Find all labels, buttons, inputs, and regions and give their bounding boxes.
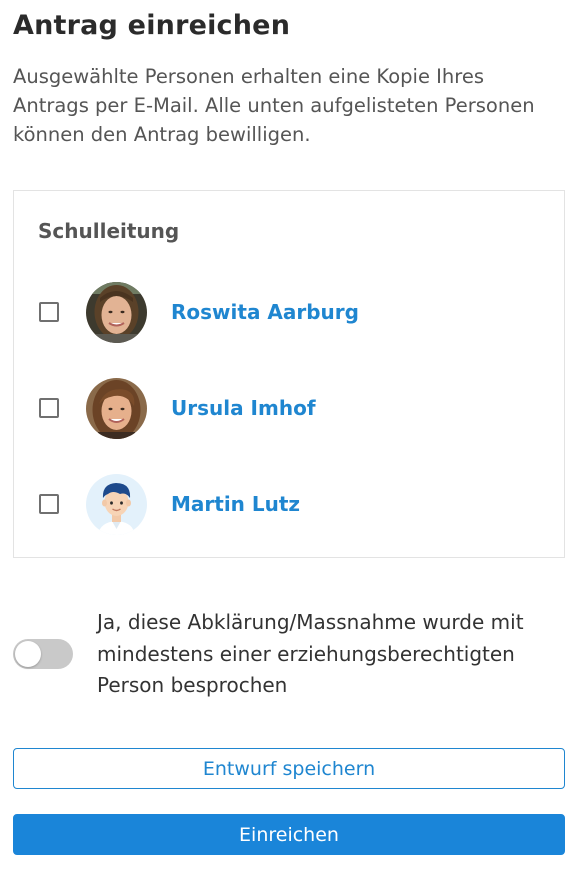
person-checkbox[interactable] [39, 494, 59, 514]
person-name-link[interactable]: Martin Lutz [171, 492, 300, 516]
group-title: Schulleitung [38, 219, 180, 243]
person-row: Roswita Aarburg [14, 281, 564, 343]
person-row: Ursula Imhof [14, 377, 564, 439]
avatar [86, 473, 147, 535]
consent-toggle[interactable] [13, 639, 73, 669]
photo-woman-icon [86, 281, 147, 343]
page-description: Ausgewählte Personen erhalten eine Kopie… [13, 65, 535, 146]
toggle-knob [15, 641, 41, 667]
page-title: Antrag einreichen [13, 10, 291, 41]
save-draft-button[interactable]: Entwurf speichern [13, 748, 565, 789]
person-row: Martin Lutz [14, 473, 564, 535]
avatar [86, 281, 147, 343]
avatar [86, 377, 147, 439]
person-checkbox[interactable] [39, 302, 59, 322]
submit-button[interactable]: Einreichen [13, 814, 565, 855]
person-name-link[interactable]: Roswita Aarburg [171, 300, 359, 324]
consent-row: Ja, diese Abklärung/Massnahme wurde mit … [13, 607, 565, 707]
person-name-link[interactable]: Ursula Imhof [171, 396, 316, 420]
person-checkbox[interactable] [39, 398, 59, 418]
consent-label: Ja, diese Abklärung/Massnahme wurde mit … [97, 610, 524, 697]
illustrated-man-icon [86, 473, 147, 535]
approvers-card: Schulleitung Roswita Aarburg Ursula Imho… [13, 190, 565, 558]
photo-woman-icon [86, 377, 147, 439]
